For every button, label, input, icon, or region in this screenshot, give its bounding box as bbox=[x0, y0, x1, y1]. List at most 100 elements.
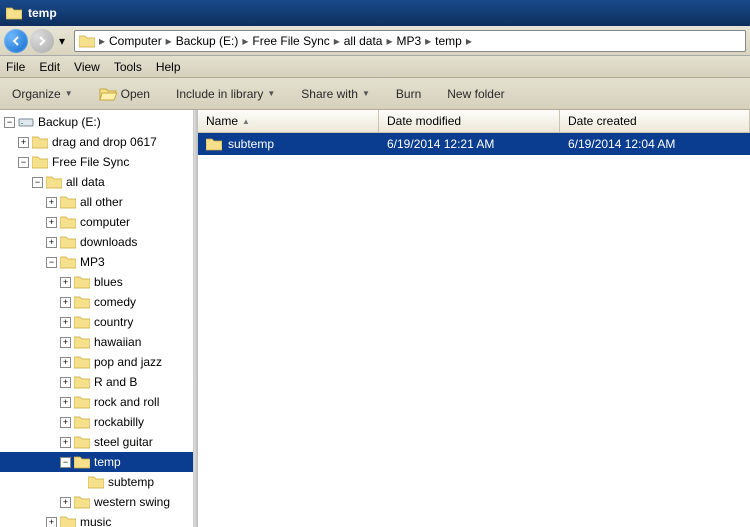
back-button[interactable] bbox=[4, 29, 28, 53]
new-folder-button[interactable]: New folder bbox=[443, 85, 508, 103]
expand-icon[interactable]: + bbox=[46, 217, 57, 228]
burn-button[interactable]: Burn bbox=[392, 85, 425, 103]
tree-node[interactable]: −all data bbox=[0, 172, 193, 192]
tree-node[interactable]: +comedy bbox=[0, 292, 193, 312]
folder-icon bbox=[74, 435, 90, 449]
collapse-icon[interactable]: − bbox=[60, 457, 71, 468]
breadcrumb-segment[interactable]: temp bbox=[433, 34, 464, 48]
tree-label: steel guitar bbox=[94, 435, 153, 449]
folder-icon bbox=[79, 34, 95, 48]
menu-tools[interactable]: Tools bbox=[114, 60, 142, 74]
expand-icon[interactable]: + bbox=[46, 237, 57, 248]
navigation-bar: ▾ ▸ Computer ▸ Backup (E:) ▸ Free File S… bbox=[0, 26, 750, 56]
breadcrumb-segment[interactable]: Free File Sync bbox=[250, 34, 331, 48]
folder-icon bbox=[74, 275, 90, 289]
label: Name bbox=[206, 114, 238, 128]
tree-node[interactable]: +rockabilly bbox=[0, 412, 193, 432]
collapse-icon[interactable]: − bbox=[4, 117, 15, 128]
column-header-created[interactable]: Date created bbox=[560, 110, 750, 132]
folder-icon bbox=[74, 495, 90, 509]
expand-icon[interactable]: + bbox=[46, 517, 57, 527]
collapse-icon[interactable]: − bbox=[46, 257, 57, 268]
menu-help[interactable]: Help bbox=[156, 60, 181, 74]
folder-icon bbox=[32, 135, 48, 149]
chevron-right-icon[interactable]: ▸ bbox=[464, 34, 474, 48]
column-header-modified[interactable]: Date modified bbox=[379, 110, 560, 132]
folder-tree[interactable]: −Backup (E:) +drag and drop 0617 −Free F… bbox=[0, 110, 194, 527]
expand-icon[interactable]: + bbox=[18, 137, 29, 148]
expand-icon[interactable]: + bbox=[60, 497, 71, 508]
menu-view[interactable]: View bbox=[74, 60, 100, 74]
expand-icon[interactable]: + bbox=[60, 417, 71, 428]
tree-node[interactable]: − Free File Sync bbox=[0, 152, 193, 172]
expand-icon[interactable]: + bbox=[60, 337, 71, 348]
column-headers: Name▲ Date modified Date created bbox=[198, 110, 750, 133]
menu-edit[interactable]: Edit bbox=[39, 60, 60, 74]
list-item[interactable]: subtemp 6/19/2014 12:21 AM 6/19/2014 12:… bbox=[198, 133, 750, 155]
tree-label: temp bbox=[94, 455, 121, 469]
expand-icon[interactable]: + bbox=[60, 437, 71, 448]
breadcrumb-segment[interactable]: Computer bbox=[107, 34, 164, 48]
folder-icon bbox=[60, 215, 76, 229]
forward-button[interactable] bbox=[30, 29, 54, 53]
tree-node[interactable]: +all other bbox=[0, 192, 193, 212]
folder-icon bbox=[46, 175, 62, 189]
filename: subtemp bbox=[228, 137, 274, 151]
column-header-name[interactable]: Name▲ bbox=[198, 110, 379, 132]
breadcrumb-segment[interactable]: all data bbox=[342, 34, 385, 48]
organize-menu[interactable]: Organize▼ bbox=[8, 85, 77, 103]
tree-node[interactable]: + hawaiian bbox=[0, 332, 193, 352]
include-library-menu[interactable]: Include in library▼ bbox=[172, 85, 279, 103]
chevron-right-icon[interactable]: ▸ bbox=[164, 34, 174, 48]
history-dropdown[interactable]: ▾ bbox=[56, 31, 68, 51]
tree-node[interactable]: −MP3 bbox=[0, 252, 193, 272]
tree-node[interactable]: +blues bbox=[0, 272, 193, 292]
chevron-right-icon[interactable]: ▸ bbox=[423, 34, 433, 48]
tree-label: drag and drop 0617 bbox=[52, 135, 157, 149]
breadcrumb-label: all data bbox=[344, 34, 383, 48]
tree-node[interactable]: + steel guitar bbox=[0, 432, 193, 452]
tree-label: hawaiian bbox=[94, 335, 141, 349]
tree-node[interactable]: +rock and roll bbox=[0, 392, 193, 412]
menu-file[interactable]: File bbox=[6, 60, 25, 74]
chevron-right-icon[interactable]: ▸ bbox=[384, 34, 394, 48]
expand-icon[interactable]: + bbox=[60, 397, 71, 408]
chevron-down-icon: ▼ bbox=[65, 89, 73, 98]
expand-icon[interactable]: + bbox=[60, 317, 71, 328]
window-title: temp bbox=[28, 6, 57, 20]
tree-node[interactable]: + drag and drop 0617 bbox=[0, 132, 193, 152]
breadcrumb-segment[interactable]: MP3 bbox=[394, 34, 423, 48]
expand-icon[interactable]: + bbox=[60, 357, 71, 368]
expand-icon[interactable]: + bbox=[60, 277, 71, 288]
tree-node[interactable]: +downloads bbox=[0, 232, 193, 252]
tree-node[interactable]: +R and B bbox=[0, 372, 193, 392]
collapse-icon[interactable]: − bbox=[32, 177, 43, 188]
tree-node[interactable]: +western swing bbox=[0, 492, 193, 512]
open-folder-icon bbox=[99, 86, 117, 102]
collapse-icon[interactable]: − bbox=[18, 157, 29, 168]
breadcrumb-segment[interactable]: Backup (E:) bbox=[174, 34, 241, 48]
tree-node[interactable]: +pop and jazz bbox=[0, 352, 193, 372]
tree-node[interactable]: subtemp bbox=[0, 472, 193, 492]
tree-node[interactable]: +music bbox=[0, 512, 193, 527]
tree-node-selected[interactable]: − temp bbox=[0, 452, 193, 472]
expand-icon[interactable]: + bbox=[60, 297, 71, 308]
address-bar[interactable]: ▸ Computer ▸ Backup (E:) ▸ Free File Syn… bbox=[74, 30, 746, 52]
expand-icon[interactable]: + bbox=[46, 197, 57, 208]
command-bar: Organize▼ Open Include in library▼ Share… bbox=[0, 78, 750, 110]
tree-node[interactable]: +country bbox=[0, 312, 193, 332]
chevron-right-icon[interactable]: ▸ bbox=[240, 34, 250, 48]
chevron-down-icon: ▼ bbox=[362, 89, 370, 98]
expand-icon[interactable]: + bbox=[60, 377, 71, 388]
file-list[interactable]: subtemp 6/19/2014 12:21 AM 6/19/2014 12:… bbox=[198, 133, 750, 527]
chevron-right-icon[interactable]: ▸ bbox=[97, 34, 107, 48]
folder-icon bbox=[88, 475, 104, 489]
folder-icon bbox=[74, 375, 90, 389]
breadcrumb-label: temp bbox=[435, 34, 462, 48]
share-with-menu[interactable]: Share with▼ bbox=[297, 85, 374, 103]
tree-node-drive[interactable]: −Backup (E:) bbox=[0, 112, 193, 132]
chevron-right-icon[interactable]: ▸ bbox=[332, 34, 342, 48]
tree-node[interactable]: +computer bbox=[0, 212, 193, 232]
tree-label: Free File Sync bbox=[52, 155, 129, 169]
open-button[interactable]: Open bbox=[95, 84, 154, 104]
